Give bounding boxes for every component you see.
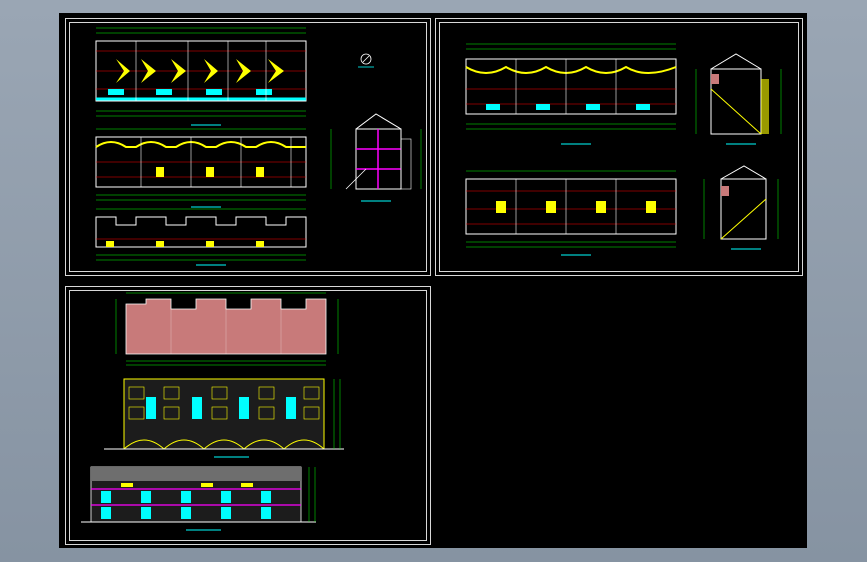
- cad-drawing-canvas[interactable]: N: [59, 13, 807, 548]
- drawing-sheet-1[interactable]: [65, 18, 431, 276]
- drawing-sheet-3[interactable]: [65, 286, 431, 545]
- drawing-sheet-2[interactable]: [435, 18, 803, 276]
